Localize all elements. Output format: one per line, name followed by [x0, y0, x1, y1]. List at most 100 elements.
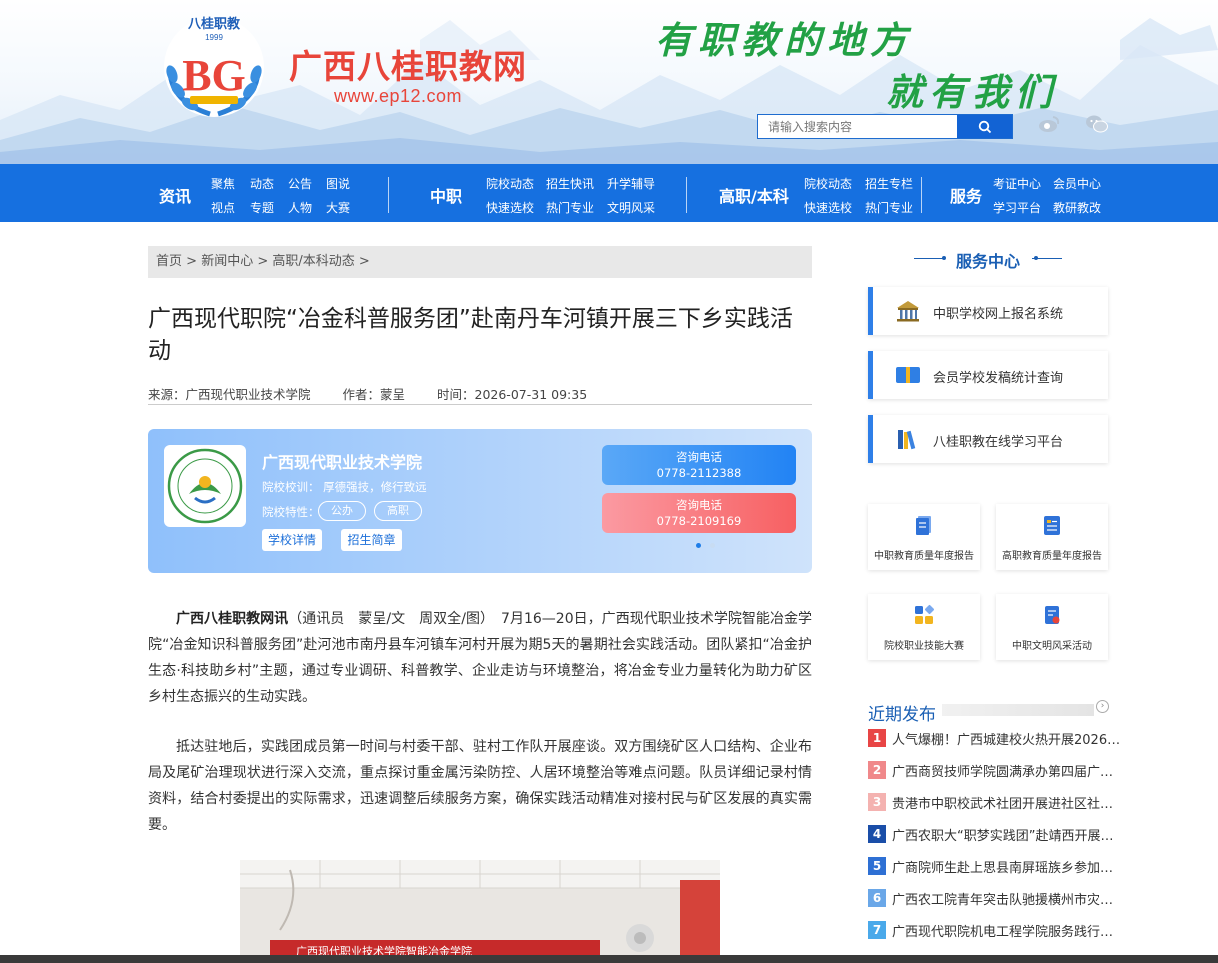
nav-link-zz-wmff[interactable]: 文明风采	[607, 199, 655, 216]
nav-link-gz-ksxx[interactable]: 快速选校	[804, 199, 852, 216]
school-building-icon	[897, 301, 919, 322]
recent-title: 近期发布	[868, 705, 936, 725]
nav-link-gz-rmzy[interactable]: 热门专业	[865, 199, 913, 216]
rank-badge: 3	[868, 793, 886, 811]
school-name[interactable]: 广西现代职业技术学院	[262, 449, 422, 473]
carousel-dot-active[interactable]	[696, 543, 701, 548]
phone-consult-2[interactable]: 咨询电话 0778-2109169	[602, 493, 796, 533]
service-label: 会员学校发稿统计查询	[933, 371, 1064, 386]
slogan-line-1: 有职教的地方	[655, 18, 913, 62]
nav-link-renwu[interactable]: 人物	[288, 199, 312, 216]
nav-link-zz-rmzy[interactable]: 热门专业	[546, 199, 594, 216]
article-paragraph-1: 广西八桂职教网讯（通讯员 蒙呈/文 周双全/图） 7月16—20日，广西现代职业…	[148, 611, 812, 705]
nav-link-gonggao[interactable]: 公告	[288, 175, 312, 192]
rank-badge: 7	[868, 921, 886, 939]
more-arrow-icon[interactable]: ›	[1096, 700, 1109, 713]
nav-category-gaozhi[interactable]: 高职/本科	[719, 183, 789, 207]
tag-gongban: 公办	[318, 501, 366, 521]
recent-news-item[interactable]: 3 贵港市中职校武术社团开展进社区社会实践活动	[868, 793, 1126, 813]
phone-number-1: 0778-2112388	[656, 466, 742, 480]
recent-news-title: 广西农工院青年突击队驰援横州市灾后重建工作	[892, 893, 1126, 908]
rank-badge: 6	[868, 889, 886, 907]
service-submission-stats[interactable]: 会员学校发稿统计查询	[868, 351, 1108, 399]
school-detail-button[interactable]: 学校详情	[262, 529, 322, 551]
tile-gaozhi-report[interactable]: 高职教育质量年度报告	[996, 504, 1108, 570]
phone-label-1: 咨询电话	[676, 450, 722, 464]
nav-link-zz-yxdt[interactable]: 院校动态	[486, 175, 534, 192]
article-time: 时间：2026-07-31 09:35	[437, 387, 588, 402]
tile-zhongzhi-report[interactable]: 中职教育质量年度报告	[868, 504, 980, 570]
nav-link-shidian[interactable]: 视点	[211, 199, 235, 216]
nav-category-fuwu[interactable]: 服务	[950, 183, 982, 207]
tile-label: 中职文明风采活动	[1012, 641, 1092, 652]
logo-badge[interactable]: 八桂职教 1999 BG	[150, 12, 278, 122]
nav-category-zhongzhi[interactable]: 中职	[430, 183, 462, 207]
recent-news-item[interactable]: 4 广西农职大“职梦实践团”赴靖西开展三下乡活动	[868, 825, 1126, 845]
divider	[1032, 258, 1062, 259]
admission-guide-button[interactable]: 招生简章	[341, 529, 402, 551]
nav-link-gz-yxdt[interactable]: 院校动态	[804, 175, 852, 192]
service-center-title: 服务中心	[955, 252, 1020, 271]
recent-news-item[interactable]: 6 广西农工院青年突击队驰援横州市灾后重建工作	[868, 889, 1126, 909]
nav-category-zixun[interactable]: 资讯	[159, 183, 191, 207]
nav-link-zz-sxfd[interactable]: 升学辅导	[607, 175, 655, 192]
logo-badge-letters: BG	[182, 51, 246, 100]
nav-link-huiyuan[interactable]: 会员中心	[1053, 175, 1101, 192]
nav-divider	[686, 177, 687, 213]
service-label: 中职学校网上报名系统	[933, 307, 1064, 322]
weibo-icon[interactable]	[1037, 114, 1061, 134]
nav-link-tushuo[interactable]: 图说	[326, 175, 350, 192]
school-logo[interactable]	[164, 445, 246, 527]
article-photo: 广西现代职业技术学院智能冶金学院	[240, 860, 720, 963]
phone-consult-1[interactable]: 咨询电话 0778-2112388	[602, 445, 796, 485]
carousel-dot[interactable]	[710, 543, 715, 548]
tile-civilization-activity[interactable]: 中职文明风采活动	[996, 594, 1108, 660]
site-url[interactable]: www.ep12.com	[334, 86, 462, 107]
tile-label: 中职教育质量年度报告	[874, 551, 974, 562]
nav-link-zz-zskx[interactable]: 招生快讯	[546, 175, 594, 192]
service-center-header: 服务中心	[868, 248, 1108, 271]
article-author: 作者：蒙呈	[342, 387, 406, 402]
nav-link-zz-ksxx[interactable]: 快速选校	[486, 199, 534, 216]
breadcrumb-home[interactable]: 首页	[156, 254, 182, 269]
article-body: 广西八桂职教网讯（通讯员 蒙呈/文 周双全/图） 7月16—20日，广西现代职业…	[148, 606, 812, 862]
nav-link-dongtai[interactable]: 动态	[250, 175, 274, 192]
search-box	[757, 114, 1013, 139]
recent-header: 近期发布 ›	[868, 700, 1109, 725]
nav-link-zhuanti[interactable]: 专题	[250, 199, 274, 216]
recent-news-item[interactable]: 2 广西商贸技师学院圆满承办第四届广西职业技能大赛	[868, 761, 1126, 781]
breadcrumb-news-center[interactable]: 新闻中心	[201, 254, 253, 269]
search-button[interactable]	[957, 115, 1012, 138]
recent-news-title: 广商院师生赴上思县南屏瑶族乡参加暑期实践活动	[892, 861, 1126, 876]
nav-link-gz-zszl[interactable]: 招生专栏	[865, 175, 913, 192]
recent-news-item[interactable]: 7 广西现代职院机电工程学院服务践行团开展三下乡活动	[868, 921, 1126, 941]
service-learning-platform[interactable]: 八桂职教在线学习平台	[868, 415, 1108, 463]
nav-link-jiaoyan[interactable]: 教研教改	[1053, 199, 1101, 216]
recent-news-item[interactable]: 5 广商院师生赴上思县南屏瑶族乡参加暑期实践活动	[868, 857, 1126, 877]
recent-news-item[interactable]: 1 人气爆棚！广西城建校火热开展2026级新生招生咨询活动	[868, 729, 1126, 749]
site-header: 八桂职教 1999 BG 广西八桂职教网 www.ep12.com 有职教的地方…	[0, 0, 1218, 164]
divider	[942, 704, 1094, 716]
breadcrumb-gaozhi[interactable]: 高职/本科动态	[272, 254, 354, 269]
rank-badge: 1	[868, 729, 886, 747]
recent-news-title: 贵港市中职校武术社团开展进社区社会实践活动	[892, 797, 1126, 812]
tile-skills-contest[interactable]: 院校职业技能大赛	[868, 594, 980, 660]
search-input[interactable]	[758, 115, 957, 138]
site-title[interactable]: 广西八桂职教网	[289, 40, 527, 88]
article-source: 来源：广西现代职业技术学院	[148, 387, 311, 402]
school-features-label: 院校特性：	[262, 505, 320, 519]
nav-link-jujiao[interactable]: 聚焦	[211, 175, 235, 192]
wechat-icon[interactable]	[1085, 114, 1109, 134]
service-enrollment-system[interactable]: 中职学校网上报名系统	[868, 287, 1108, 335]
nav-link-kaozheng[interactable]: 考证中心	[993, 175, 1041, 192]
logo-badge-text: 八桂职教	[187, 16, 241, 32]
recent-news-title: 广西商贸技师学院圆满承办第四届广西职业技能大赛	[892, 765, 1126, 780]
nav-link-dasai[interactable]: 大赛	[326, 199, 350, 216]
slogan-line-2: 就有我们	[886, 70, 1058, 114]
breadcrumb: 首页 > 新闻中心 > 高职/本科动态 >	[148, 246, 812, 278]
nav-link-xuexi[interactable]: 学习平台	[993, 199, 1041, 216]
report-icon	[896, 367, 920, 383]
report-icon	[1044, 516, 1060, 535]
recent-news-title: 人气爆棚！广西城建校火热开展2026级新生招生咨询活动	[892, 733, 1126, 748]
article-paragraph-2: 抵达驻地后，实践团成员第一时间与村委干部、驻村工作队开展座谈。双方围绕矿区人口结…	[148, 739, 812, 833]
